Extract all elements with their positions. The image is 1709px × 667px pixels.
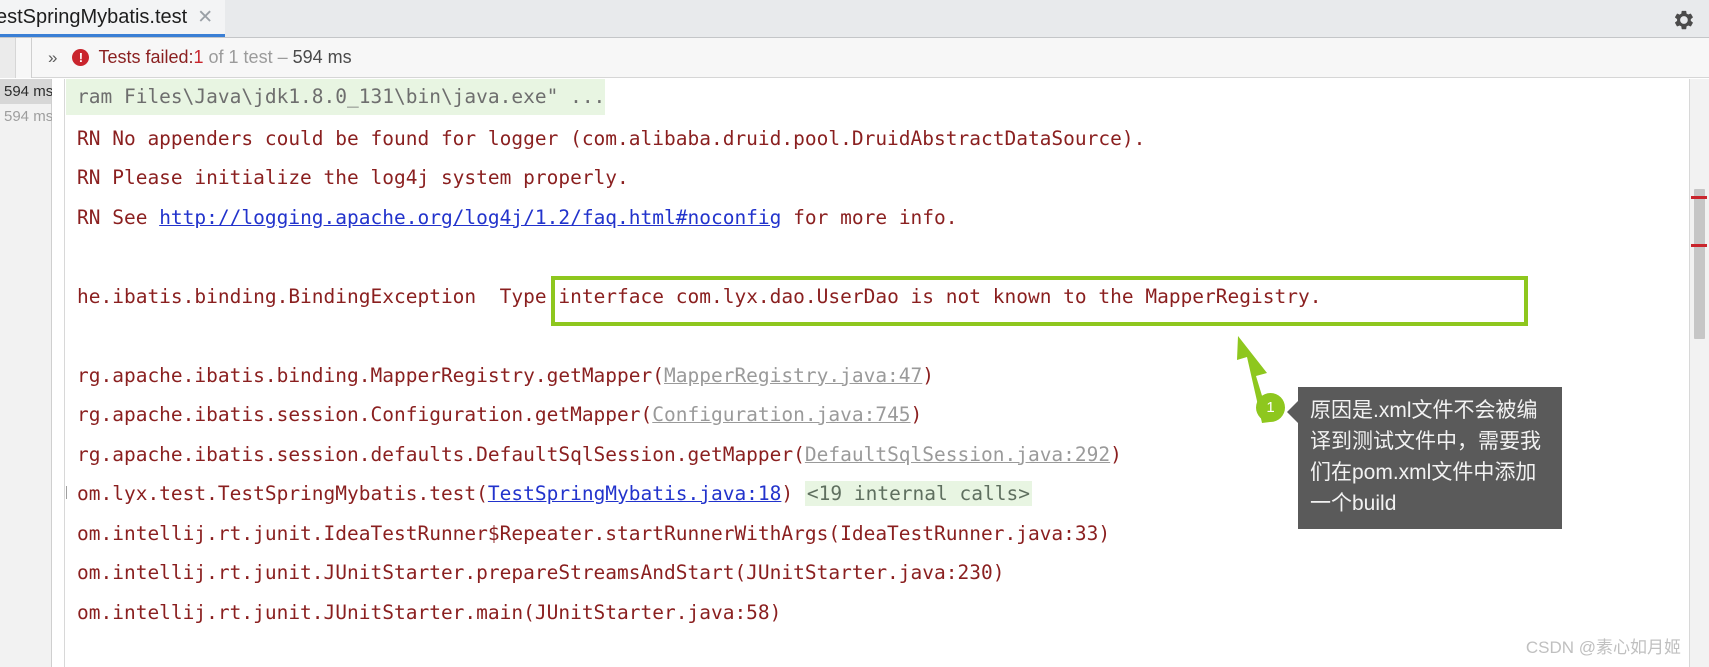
console-text: ram Files\Java\jdk1.8.0_131\bin\java.exe… xyxy=(77,85,606,108)
test-status-bar: » ! Tests failed:1 of 1 test – 594 ms xyxy=(0,37,1709,78)
tab-label: estSpringMybatis.test xyxy=(0,5,188,28)
console-text: rg.apache.ibatis.session.Configuration.g… xyxy=(77,403,653,426)
status-gutter-inner xyxy=(16,37,32,78)
console-text: ) xyxy=(781,482,805,505)
console-text: ) xyxy=(910,403,923,426)
status-duration: 594 ms xyxy=(292,47,352,67)
console-line: RN No appenders could be found for logge… xyxy=(66,119,1689,159)
console-line xyxy=(66,237,1689,277)
console-text: he.ibatis.binding.BindingException xyxy=(77,284,477,308)
annotation-tooltip: 原因是.xml文件不会被编译到测试文件中，需要我们在pom.xml文件中添加一个… xyxy=(1287,387,1562,529)
status-of-label: of 1 test – xyxy=(203,47,293,67)
console-line xyxy=(66,316,1689,356)
console-text: RN See xyxy=(77,205,160,229)
console-line: RN See http://logging.apache.org/log4j/1… xyxy=(66,198,1689,238)
stacktrace-link[interactable]: http://logging.apache.org/log4j/1.2/faq.… xyxy=(159,206,781,229)
vertical-scrollbar-thumb[interactable] xyxy=(1694,189,1705,339)
expand-chevron-icon[interactable]: » xyxy=(48,48,58,68)
vertical-scrollbar-track[interactable] xyxy=(1689,79,1709,667)
gear-icon[interactable] xyxy=(1673,9,1695,31)
timing-row[interactable]: 594 ms xyxy=(0,104,53,129)
close-icon[interactable]: ✕ xyxy=(197,8,213,27)
stacktrace-link[interactable]: MapperRegistry.java:47 xyxy=(664,364,922,387)
console-text: ) xyxy=(1110,442,1122,466)
console-text: rg.apache.ibatis.session.defaults.Defaul… xyxy=(77,442,805,466)
console-output[interactable]: ram Files\Java\jdk1.8.0_131\bin\java.exe… xyxy=(66,79,1689,667)
console-line: he.ibatis.binding.BindingException Type … xyxy=(66,277,1689,317)
console-gutter xyxy=(52,79,65,667)
tab-testspringmybatis[interactable]: estSpringMybatis.test ✕ xyxy=(0,0,226,37)
scrollbar-error-marker xyxy=(1691,196,1707,199)
timing-row[interactable]: 594 ms xyxy=(0,79,53,104)
status-failed-count: 1 xyxy=(193,47,204,67)
watermark: CSDN @素心如月姬 xyxy=(1525,638,1681,657)
console-text: rg.apache.ibatis.binding.MapperRegistry.… xyxy=(77,363,664,387)
console-text: for more info. xyxy=(781,205,958,229)
console-text: ) xyxy=(922,363,935,387)
stacktrace-link[interactable]: Configuration.java:745 xyxy=(652,403,910,426)
expand-stacktrace-icon[interactable] xyxy=(66,486,67,499)
stacktrace-link[interactable]: TestSpringMybatis.java:18 xyxy=(488,482,782,505)
error-icon: ! xyxy=(72,49,90,66)
console-line-wrapper: ram Files\Java\jdk1.8.0_131\bin\java.exe… xyxy=(66,79,1689,119)
tab-bar: estSpringMybatis.test ✕ xyxy=(0,0,1709,38)
console-line: om.intellij.rt.junit.JUnitStarter.main(J… xyxy=(66,593,1689,633)
console-text: <19 internal calls> xyxy=(804,481,1032,506)
console-text: om.intellij.rt.junit.JUnitStarter.main(J… xyxy=(77,600,782,624)
status-failed-label: Tests failed: xyxy=(98,47,194,67)
console-line: RN Please initialize the log4j system pr… xyxy=(66,158,1689,198)
annotation-badge: 1 xyxy=(1256,393,1285,422)
stacktrace-link[interactable]: DefaultSqlSession.java:292 xyxy=(805,443,1110,466)
console-line: om.intellij.rt.junit.JUnitStarter.prepar… xyxy=(66,553,1689,593)
console-text: RN Please initialize the log4j system pr… xyxy=(77,166,629,189)
console-text: om.intellij.rt.junit.JUnitStarter.prepar… xyxy=(77,561,1005,584)
scrollbar-error-marker xyxy=(1691,244,1707,247)
console-text: om.lyx.test.TestSpringMybatis.test( xyxy=(77,482,488,505)
ide-test-runner-window: estSpringMybatis.test ✕ » ! Tests failed… xyxy=(0,0,1709,667)
console-line: ram Files\Java\jdk1.8.0_131\bin\java.exe… xyxy=(66,79,606,115)
console-text: Type interface com.lyx.dao.UserDao is no… xyxy=(476,284,1322,308)
status-gutter-left xyxy=(0,37,16,78)
console-text: RN No appenders could be found for logge… xyxy=(77,126,1146,150)
timings-sidebar: 594 ms 594 ms xyxy=(0,79,53,667)
console-text: om.intellij.rt.junit.IdeaTestRunner$Repe… xyxy=(77,521,1111,545)
status-text: Tests failed:1 of 1 test – 594 ms xyxy=(98,47,351,68)
